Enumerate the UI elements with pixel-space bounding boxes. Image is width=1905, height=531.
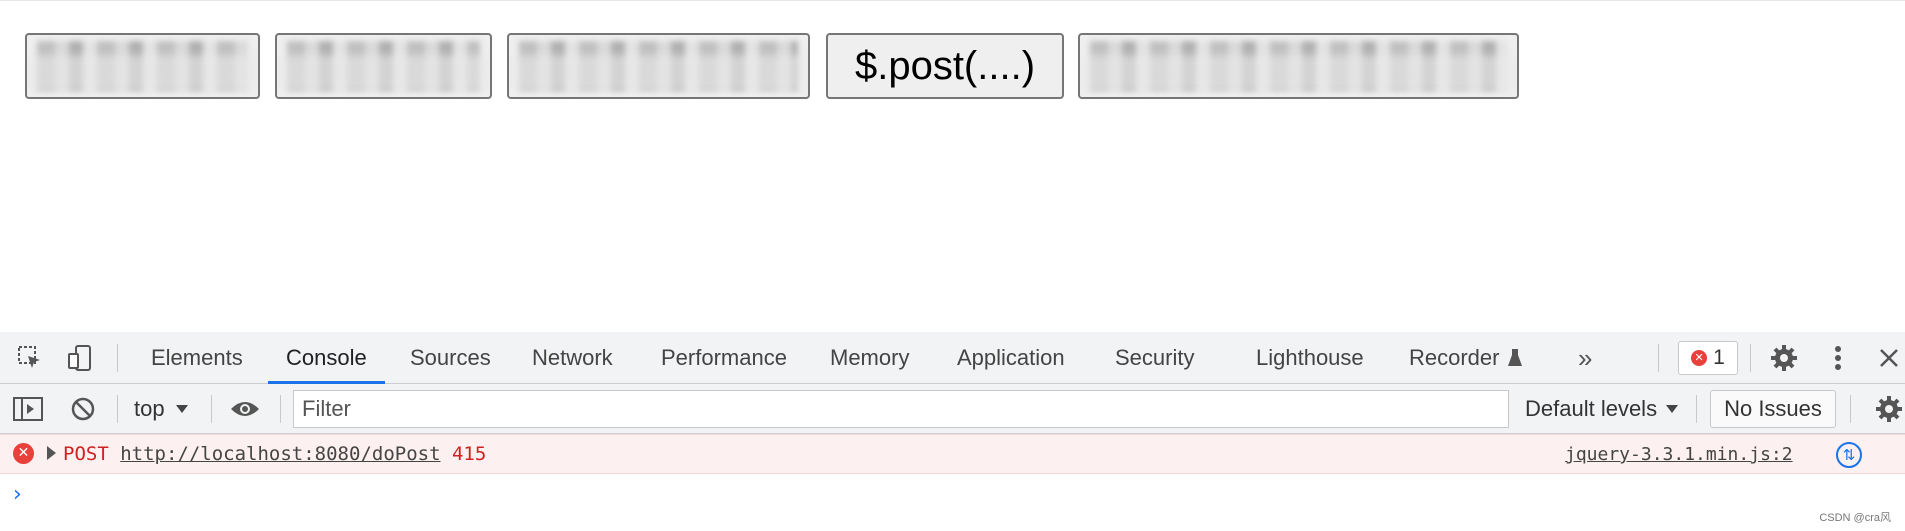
- request-url-link[interactable]: http://localhost:8080/doPost: [120, 443, 440, 465]
- toolbar-divider: [1850, 395, 1851, 423]
- devtools-panel: Elements Console Sources Network Perform…: [0, 332, 1905, 531]
- tab-network[interactable]: Network: [532, 332, 613, 384]
- toolbar-divider: [1750, 344, 1751, 372]
- page-viewport: $.post(....): [0, 0, 1905, 332]
- post-button[interactable]: $.post(....): [826, 33, 1064, 99]
- dropdown-arrow-icon: [175, 404, 189, 414]
- more-tabs-button[interactable]: »: [1578, 332, 1592, 384]
- redaction-smear: [27, 55, 258, 91]
- console-error-message[interactable]: ✕ POST http://localhost:8080/doPost 415 …: [0, 434, 1905, 474]
- toolbar-divider: [280, 395, 281, 423]
- toolbar-divider: [1658, 344, 1659, 372]
- console-toolbar: top Default levels No Issues: [0, 384, 1905, 434]
- request-method: POST: [63, 443, 109, 465]
- context-label: top: [134, 396, 165, 421]
- redacted-button-1[interactable]: [25, 33, 260, 99]
- watermark: CSDN @cra风: [1819, 512, 1891, 524]
- error-message-text: POST http://localhost:8080/doPost 415: [63, 443, 486, 465]
- tab-recorder[interactable]: Recorder: [1409, 332, 1523, 384]
- error-icon: ✕: [1691, 350, 1708, 366]
- device-toggle-icon[interactable]: [64, 342, 96, 374]
- tab-recorder-label: Recorder: [1409, 345, 1500, 370]
- kebab-menu-icon[interactable]: [1822, 342, 1854, 374]
- network-request-icon[interactable]: ⇅: [1836, 442, 1862, 468]
- redaction-smear: [1080, 55, 1517, 91]
- redacted-button-2[interactable]: [275, 33, 492, 99]
- tab-lighthouse[interactable]: Lighthouse: [1256, 332, 1364, 384]
- flask-icon: [1507, 348, 1523, 368]
- devtools-tabbar: Elements Console Sources Network Perform…: [0, 332, 1905, 384]
- console-prompt[interactable]: ›: [13, 482, 22, 507]
- toolbar-divider: [117, 344, 118, 372]
- toolbar-divider: [211, 395, 212, 423]
- tab-elements[interactable]: Elements: [151, 332, 243, 384]
- status-code: 415: [451, 443, 487, 465]
- toolbar-divider: [117, 395, 118, 423]
- issues-button[interactable]: No Issues: [1710, 390, 1836, 428]
- tab-sources[interactable]: Sources: [410, 332, 491, 384]
- error-count-badge[interactable]: ✕ 1: [1678, 341, 1738, 375]
- gear-icon[interactable]: [1768, 342, 1800, 374]
- redacted-button-5[interactable]: [1078, 33, 1519, 99]
- inspect-icon[interactable]: [14, 342, 46, 374]
- eye-icon[interactable]: [229, 393, 261, 425]
- log-levels-label: Default levels: [1525, 396, 1658, 421]
- tab-security[interactable]: Security: [1115, 332, 1194, 384]
- tab-performance[interactable]: Performance: [661, 332, 787, 384]
- console-settings-gear-icon[interactable]: [1873, 393, 1905, 425]
- log-levels-dropdown[interactable]: Default levels: [1525, 392, 1679, 426]
- expand-triangle-icon[interactable]: [47, 446, 56, 460]
- context-selector[interactable]: top: [134, 392, 189, 426]
- close-icon[interactable]: [1873, 342, 1905, 374]
- error-count: 1: [1713, 346, 1725, 369]
- error-icon: ✕: [13, 443, 34, 464]
- toolbar-divider: [1696, 395, 1697, 423]
- sidebar-toggle-icon[interactable]: [12, 393, 44, 425]
- redacted-button-3[interactable]: [507, 33, 810, 99]
- tab-application[interactable]: Application: [957, 332, 1065, 384]
- dropdown-arrow-icon: [1665, 404, 1679, 414]
- redaction-smear: [277, 55, 490, 91]
- source-link[interactable]: jquery-3.3.1.min.js:2: [1565, 444, 1793, 465]
- tab-console[interactable]: Console: [268, 332, 385, 384]
- redaction-smear: [509, 55, 808, 91]
- tab-memory[interactable]: Memory: [830, 332, 909, 384]
- clear-console-icon[interactable]: [67, 393, 99, 425]
- filter-input[interactable]: [293, 390, 1509, 428]
